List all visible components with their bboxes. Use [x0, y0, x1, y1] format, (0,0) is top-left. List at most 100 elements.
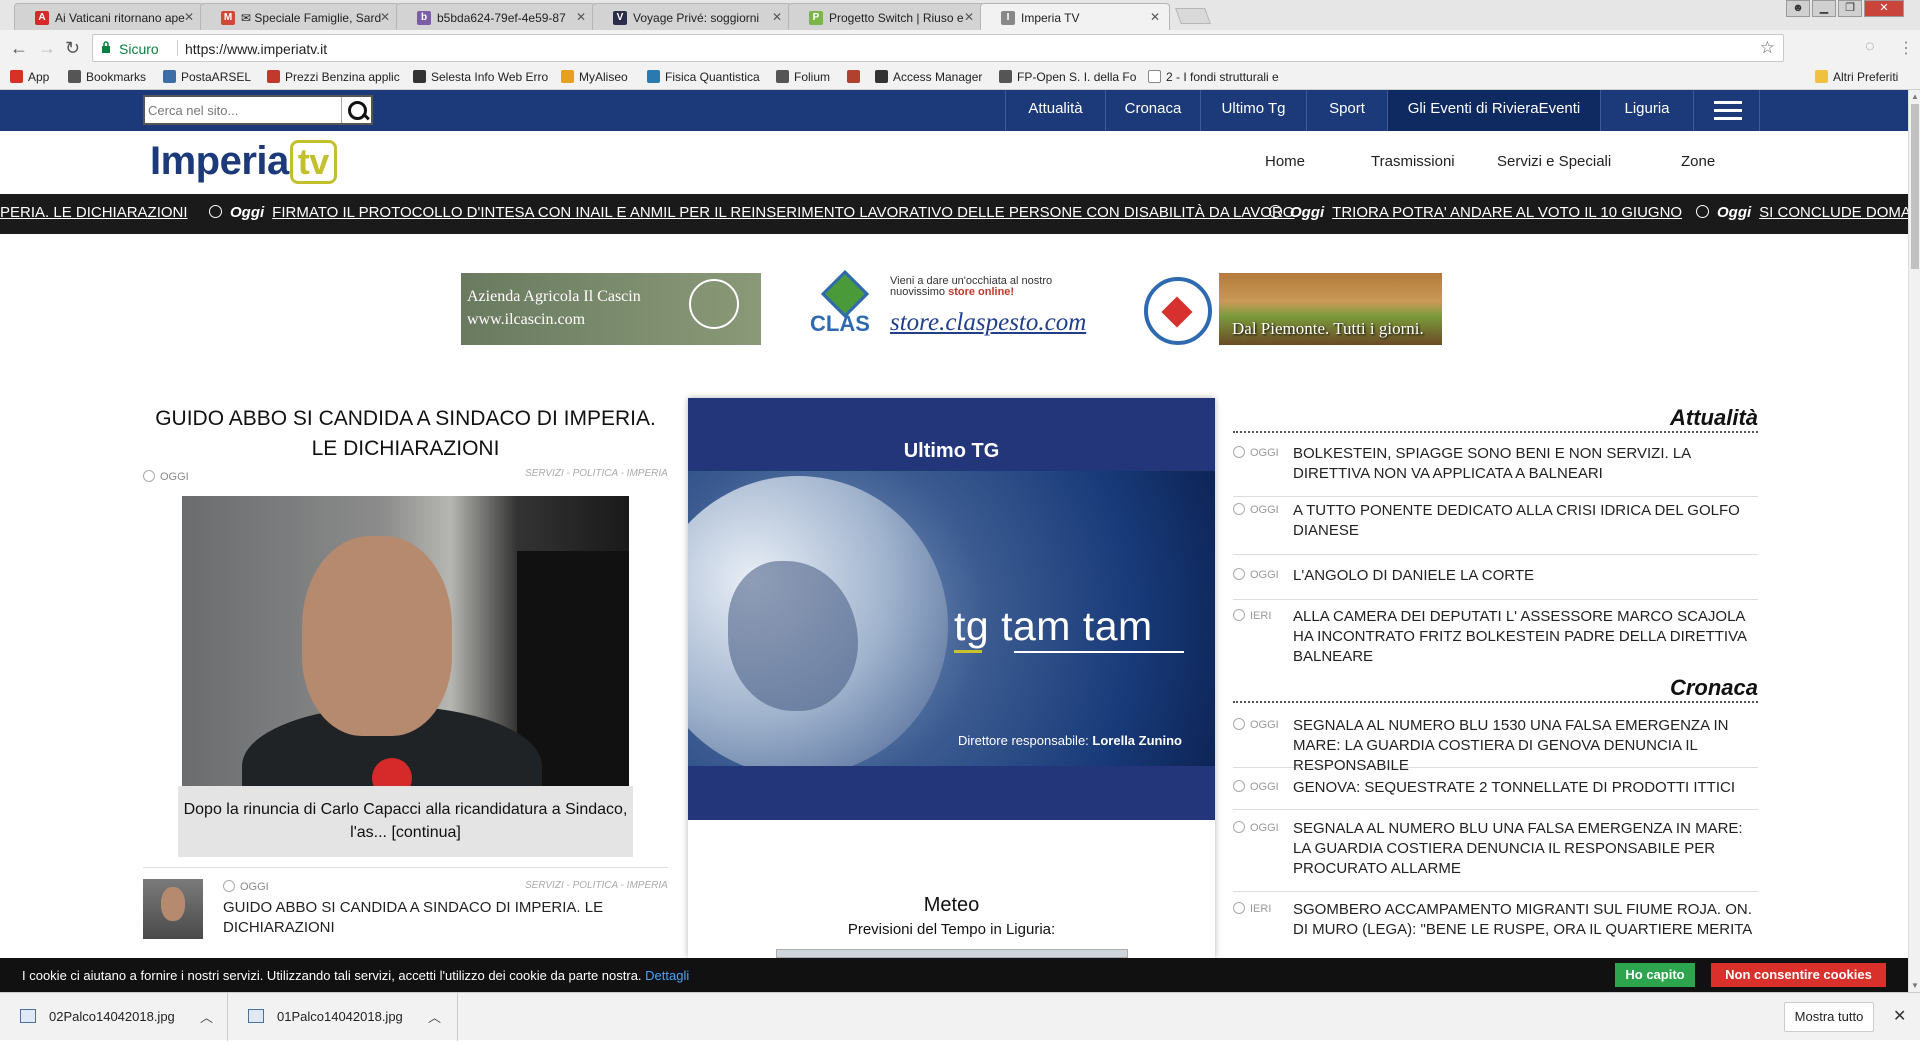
bookmark-folium[interactable]: Folium	[776, 70, 830, 84]
news-item[interactable]: IERI ALLA CAMERA DEI DEPUTATI L' ASSESSOR…	[1233, 603, 1758, 673]
banner-piemonte[interactable]: Dal Piemonte. Tutti i giorni.	[1144, 273, 1442, 345]
news-title[interactable]: ALLA CAMERA DEI DEPUTATI L' ASSESSORE MA…	[1293, 607, 1763, 667]
show-all-downloads-button[interactable]: Mostra tutto	[1784, 1002, 1874, 1032]
bookmark-fp-open[interactable]: FP-Open S. I. della Fo	[999, 70, 1136, 84]
window-close-icon[interactable]: ✕	[1864, 0, 1904, 17]
forward-icon[interactable]: →	[38, 38, 56, 59]
bookmark-prezzi-benzina[interactable]: Prezzi Benzina applic	[267, 70, 400, 84]
menu-home[interactable]: Home	[1265, 153, 1305, 170]
lead-article-title[interactable]: GUIDO ABBO SI CANDIDA A SINDACO DI IMPER…	[143, 404, 668, 464]
news-title[interactable]: GENOVA: SEQUESTRATE 2 TONNELLATE DI PROD…	[1293, 778, 1763, 798]
news-title[interactable]: BOLKESTEIN, SPIAGGE SONO BENI E NON SERV…	[1293, 444, 1763, 484]
section-title-attualita[interactable]: Attualità	[1233, 405, 1758, 433]
news-item[interactable]: OGGI SEGNALA AL NUMERO BLU UNA FALSA EMER…	[1233, 815, 1758, 892]
tab-5[interactable]: P Progetto Switch | Riuso e ✕	[788, 3, 984, 30]
bookmark-fisica-quantistica[interactable]: Fisica Quantistica	[647, 70, 760, 84]
bookmark-star-icon[interactable]: ☆	[1760, 38, 1775, 58]
tab-3[interactable]: b b5bda624-79ef-4e59-87 ✕	[396, 3, 596, 30]
banner-il-cascin[interactable]: Azienda Agricola Il Cascin www.ilcascin.…	[461, 273, 761, 345]
news-title[interactable]: SGOMBERO ACCAMPAMENTO MIGRANTI SUL FIUME…	[1293, 900, 1763, 940]
bookmark-access-manager[interactable]: Access Manager	[875, 70, 982, 84]
nav-liguria[interactable]: Liguria	[1600, 90, 1693, 131]
back-icon[interactable]: ←	[10, 38, 28, 59]
minimize-icon[interactable]: ▁	[1812, 0, 1836, 17]
ticker-item[interactable]: Oggi TRIORA POTRA' ANDARE AL VOTO IL 10 G…	[1269, 204, 1682, 221]
news-item[interactable]: OGGI L'ANGOLO DI DANIELE LA CORTE	[1233, 562, 1758, 600]
ticker-text[interactable]: TRIORA POTRA' ANDARE AL VOTO IL 10 GIUGN…	[1332, 204, 1682, 221]
cookie-accept-button[interactable]: Ho capito	[1615, 963, 1695, 987]
bookmark-app[interactable]: App	[10, 70, 49, 84]
ticker-text[interactable]: FIRMATO IL PROTOCOLLO D'INTESA CON INAIL…	[272, 204, 1294, 221]
bookmark-myaliseo[interactable]: MyAliseo	[561, 70, 628, 84]
bookmark-other[interactable]: Altri Preferiti	[1815, 70, 1898, 84]
news-item[interactable]: OGGI SEGNALA AL NUMERO BLU 1530 UNA FALSA…	[1233, 712, 1758, 774]
banner-clas-store[interactable]: CLAS Vieni a dare un'occhiata al nostro …	[808, 269, 1098, 345]
tab-2[interactable]: M ✉ Speciale Famiglie, Sard ✕	[200, 3, 400, 30]
tab-6-active[interactable]: I Imperia TV ✕	[980, 3, 1170, 30]
tab-3-close-icon[interactable]: ✕	[576, 10, 586, 24]
news-item[interactable]: OGGI GENOVA: SEQUESTRATE 2 TONNELLATE DI …	[1233, 774, 1758, 810]
lead-article-photo[interactable]	[182, 496, 629, 786]
tab-1[interactable]: A Ai Vaticani ritornano ape ✕	[14, 3, 204, 30]
bookmark-fondi-strutturali[interactable]: 2 - I fondi strutturali e	[1148, 70, 1279, 84]
new-tab-button[interactable]	[1175, 8, 1211, 24]
scroll-down-icon[interactable]: ▼	[1911, 981, 1919, 990]
bookmark-postaarsel[interactable]: PostaARSEL	[163, 70, 251, 84]
tab-2-close-icon[interactable]: ✕	[380, 10, 390, 24]
tab-6-close-icon[interactable]: ✕	[1150, 10, 1160, 24]
small-article-title[interactable]: GUIDO ABBO SI CANDIDA A SINDACO DI IMPER…	[223, 898, 643, 938]
menu-zone[interactable]: Zone	[1681, 153, 1715, 170]
bookmark-bookmarks[interactable]: Bookmarks	[68, 70, 146, 84]
scroll-up-icon[interactable]: ▲	[1911, 92, 1919, 101]
ticker-item[interactable]: PERIA. LE DICHIARAZIONI	[0, 204, 188, 221]
news-item[interactable]: IERI SGOMBERO ACCAMPAMENTO MIGRANTI SUL F…	[1233, 896, 1758, 946]
nav-ultimo-tg[interactable]: Ultimo Tg	[1200, 90, 1306, 131]
bookmark-unnamed[interactable]	[847, 70, 865, 84]
bookmark-selesta[interactable]: Selesta Info Web Erro	[413, 70, 548, 84]
chevron-up-icon[interactable]: ︿	[200, 1007, 213, 1026]
page-scrollbar[interactable]: ▲ ▼	[1908, 90, 1920, 992]
cookie-reject-button[interactable]: Non consentire cookies	[1711, 963, 1886, 987]
cookie-details-link[interactable]: Dettagli	[645, 968, 689, 983]
news-title[interactable]: A TUTTO PONENTE DEDICATO ALLA CRISI IDRI…	[1293, 501, 1763, 541]
nav-attualita[interactable]: Attualità	[1005, 90, 1105, 131]
menu-trasmissioni[interactable]: Trasmissioni	[1371, 153, 1455, 170]
ticker-item[interactable]: Oggi SI CONCLUDE DOMA	[1696, 204, 1908, 221]
search-icon[interactable]	[341, 97, 371, 123]
section-title-cronaca[interactable]: Cronaca	[1233, 675, 1758, 703]
ticker-text[interactable]: PERIA. LE DICHIARAZIONI	[0, 204, 188, 221]
close-shelf-icon[interactable]: ✕	[1893, 1006, 1906, 1026]
nav-eventi[interactable]: Gli Eventi di RivieraEventi	[1387, 90, 1600, 131]
tab-4-close-icon[interactable]: ✕	[772, 10, 782, 24]
news-item[interactable]: OGGI A TUTTO PONENTE DEDICATO ALLA CRISI …	[1233, 497, 1758, 555]
tg-video-player[interactable]: tg tam tam Direttore responsabile: Lorel…	[688, 471, 1215, 766]
search-input[interactable]: Cerca nel sito...	[148, 103, 238, 118]
tab-4[interactable]: V Voyage Privé: soggiorni ✕	[592, 3, 792, 30]
extension-icon[interactable]: ◌	[1865, 38, 1875, 56]
nav-cronaca[interactable]: Cronaca	[1105, 90, 1200, 131]
news-title[interactable]: L'ANGOLO DI DANIELE LA CORTE	[1293, 566, 1763, 586]
address-bar[interactable]: Sicuro https://www.imperiatv.it ☆	[92, 34, 1784, 62]
tab-1-close-icon[interactable]: ✕	[184, 10, 194, 24]
site-logo[interactable]: Imperia tv	[150, 139, 337, 184]
restore-icon[interactable]: ❐	[1838, 0, 1862, 17]
meteo-map[interactable]	[776, 949, 1128, 958]
download-item[interactable]: 02Palco14042018.jpg ︿	[0, 993, 228, 1041]
menu-dots-icon[interactable]: ⋮	[1898, 38, 1914, 58]
site-search[interactable]: Cerca nel sito...	[143, 95, 373, 125]
menu-servizi-speciali[interactable]: Servizi e Speciali	[1497, 153, 1611, 170]
hamburger-menu-button[interactable]	[1693, 90, 1760, 131]
news-item[interactable]: OGGI BOLKESTEIN, SPIAGGE SONO BENI E NON …	[1233, 440, 1758, 497]
lead-article-excerpt[interactable]: Dopo la rinuncia di Carlo Capacci alla r…	[178, 786, 633, 857]
news-title[interactable]: SEGNALA AL NUMERO BLU 1530 UNA FALSA EME…	[1293, 716, 1763, 776]
chevron-up-icon[interactable]: ︿	[428, 1007, 441, 1026]
lead-article-category[interactable]: SERVIZI - POLITICA - IMPERIA	[525, 468, 668, 479]
scrollbar-thumb[interactable]	[1911, 104, 1919, 269]
ticker-text[interactable]: SI CONCLUDE DOMA	[1759, 204, 1908, 221]
ticker-item[interactable]: Oggi FIRMATO IL PROTOCOLLO D'INTESA CON I…	[209, 204, 1294, 221]
download-item[interactable]: 01Palco14042018.jpg ︿	[228, 993, 458, 1041]
small-article-thumbnail[interactable]	[143, 879, 203, 939]
reload-icon[interactable]: ↻	[65, 38, 80, 59]
small-article-category[interactable]: SERVIZI - POLITICA - IMPERIA	[525, 880, 668, 891]
tab-5-close-icon[interactable]: ✕	[964, 10, 974, 24]
